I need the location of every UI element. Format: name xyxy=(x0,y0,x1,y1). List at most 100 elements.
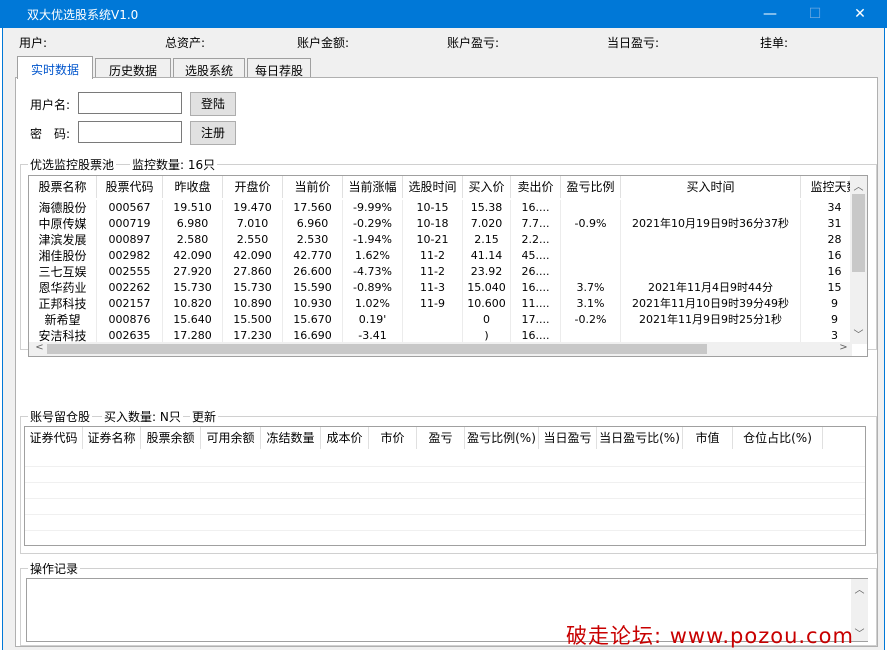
holdings-group-title: 账号留仓股 xyxy=(28,408,93,425)
log-scroll-up-icon[interactable]: ︿ xyxy=(851,581,868,596)
monitor-header-cell[interactable]: 当前价 xyxy=(283,176,343,198)
register-button[interactable]: 注册 xyxy=(190,121,236,145)
table-cell xyxy=(561,248,621,264)
window-title: 双大优选股系统V1.0 xyxy=(27,8,139,22)
holdings-header-cell[interactable]: 证券名称 xyxy=(83,427,141,449)
holdings-header-cell[interactable]: 盈亏 xyxy=(417,427,465,449)
table-cell: 三七互娱 xyxy=(29,264,97,280)
table-cell: 7.7... xyxy=(511,216,561,232)
table-cell: 41.14 xyxy=(463,248,511,264)
table-cell: 2021年11月10日9时39分49秒 xyxy=(621,296,801,312)
tab-stock-picker[interactable]: 选股系统 xyxy=(173,58,245,78)
monitor-header-cell[interactable]: 昨收盘 xyxy=(163,176,223,198)
table-cell: 2021年10月19日9时36分37秒 xyxy=(621,216,801,232)
monitor-horizontal-scroll-thumb[interactable] xyxy=(47,344,707,354)
table-cell: 2.530 xyxy=(283,232,343,248)
today-pl-label: 当日盈亏: xyxy=(607,36,660,50)
table-cell: 恩华药业 xyxy=(29,280,97,296)
monitor-horizontal-scrollbar[interactable]: < > xyxy=(29,342,852,356)
table-cell: 3.1% xyxy=(561,296,621,312)
table-cell: 0.19' xyxy=(343,312,403,328)
table-cell: 26.600 xyxy=(283,264,343,280)
table-cell: 中原传媒 xyxy=(29,216,97,232)
table-cell: 15.040 xyxy=(463,280,511,296)
table-cell: 16.... xyxy=(511,200,561,216)
table-cell: -0.29% xyxy=(343,216,403,232)
monitor-header-cell[interactable]: 盈亏比例 xyxy=(561,176,621,198)
holdings-header-cell[interactable]: 股票余额 xyxy=(141,427,201,449)
table-cell: 15.730 xyxy=(163,280,223,296)
table-cell: 42.090 xyxy=(223,248,283,264)
table-cell: 正邦科技 xyxy=(29,296,97,312)
monitor-header-cell[interactable]: 卖出价 xyxy=(511,176,561,198)
tab-daily-picks[interactable]: 每日荐股 xyxy=(247,58,311,78)
table-cell xyxy=(561,232,621,248)
table-cell: 27.920 xyxy=(163,264,223,280)
main-window: 用户: 总资产: 账户金额: 账户盈亏: 当日盈亏: 挂单: 实时数据 历史数据… xyxy=(2,28,885,650)
scroll-up-icon[interactable]: ︿ xyxy=(850,178,867,193)
monitor-count: 监控数量: 16只 xyxy=(130,156,218,173)
username-input[interactable] xyxy=(78,92,182,114)
holdings-header-cell[interactable]: 当日盈亏 xyxy=(539,427,597,449)
monitor-vertical-scroll-thumb[interactable] xyxy=(852,194,865,272)
table-cell: -0.2% xyxy=(561,312,621,328)
table-cell: 海德股份 xyxy=(29,200,97,216)
monitor-header-cell[interactable]: 买入价 xyxy=(463,176,511,198)
log-group-title: 操作记录 xyxy=(28,560,81,577)
table-cell xyxy=(403,312,463,328)
table-cell: 2.15 xyxy=(463,232,511,248)
table-row xyxy=(25,451,865,467)
table-row xyxy=(25,499,865,515)
monitor-header-cell[interactable]: 股票代码 xyxy=(97,176,163,198)
monitor-header-cell[interactable]: 当前涨幅 xyxy=(343,176,403,198)
table-cell: 17.560 xyxy=(283,200,343,216)
monitor-header-cell[interactable]: 买入时间 xyxy=(621,176,801,198)
scroll-down-icon[interactable]: ﹀ xyxy=(850,326,867,341)
holdings-refresh-link[interactable]: 更新 xyxy=(190,408,219,425)
table-cell: 42.090 xyxy=(163,248,223,264)
maximize-icon[interactable]: ☐ xyxy=(805,4,825,24)
holdings-header-cell[interactable]: 市值 xyxy=(683,427,733,449)
table-cell: 19.510 xyxy=(163,200,223,216)
monitor-header-cell[interactable]: 开盘价 xyxy=(223,176,283,198)
close-icon[interactable]: ✕ xyxy=(850,4,870,24)
table-cell: 7.020 xyxy=(463,216,511,232)
table-cell: 10-18 xyxy=(403,216,463,232)
table-cell: 11-2 xyxy=(403,264,463,280)
table-cell: 2021年11月9日9时25分1秒 xyxy=(621,312,801,328)
table-cell: 15.590 xyxy=(283,280,343,296)
tab-realtime-data[interactable]: 实时数据 xyxy=(17,56,93,79)
account-info-bar: 用户: 总资产: 账户金额: 账户盈亏: 当日盈亏: 挂单: xyxy=(13,32,886,50)
holdings-header-cell[interactable]: 可用余额 xyxy=(201,427,261,449)
login-button[interactable]: 登陆 xyxy=(190,92,236,116)
holdings-table[interactable]: 证券代码 证券名称 股票余额 可用余额 冻结数量 成本价 市价 盈亏 盈亏比例(%) 当日盈亏 当日… xyxy=(24,426,866,546)
title-bar[interactable]: 双大优选股系统V1.0 — ☐ ✕ xyxy=(0,0,887,28)
forum-watermark: 破走论坛: www.pozou.com xyxy=(566,624,854,648)
tab-history-data[interactable]: 历史数据 xyxy=(95,58,171,78)
monitor-header-cell[interactable]: 股票名称 xyxy=(29,176,97,198)
password-input[interactable] xyxy=(78,121,182,143)
holdings-header-cell[interactable]: 成本价 xyxy=(321,427,369,449)
scroll-right-icon[interactable]: > xyxy=(835,342,852,353)
holdings-header-cell[interactable]: 盈亏比例(%) xyxy=(465,427,539,449)
realtime-panel: 用户名: 登陆 密 码: 注册 优选监控股票池 监控数量: 16只 股票名称 股票… xyxy=(15,77,878,647)
holdings-header-cell[interactable]: 市价 xyxy=(369,427,417,449)
holdings-header-cell[interactable]: 冻结数量 xyxy=(261,427,321,449)
table-cell: 002262 xyxy=(97,280,163,296)
table-cell: 27.860 xyxy=(223,264,283,280)
monitor-table[interactable]: 股票名称 股票代码 昨收盘 开盘价 当前价 当前涨幅 选股时间 买入价 卖出价 盈亏比例 买入时间监… xyxy=(28,175,868,357)
table-cell: -1.94% xyxy=(343,232,403,248)
total-assets-label: 总资产: xyxy=(165,36,206,50)
holdings-header-cell[interactable]: 当日盈亏比(%) xyxy=(597,427,683,449)
table-row xyxy=(25,467,865,483)
minimize-icon[interactable]: — xyxy=(760,4,780,24)
monitor-vertical-scrollbar[interactable]: ︿ ﹀ xyxy=(850,176,867,344)
table-cell: 10.600 xyxy=(463,296,511,312)
table-cell: 000567 xyxy=(97,200,163,216)
scroll-left-icon[interactable]: < xyxy=(31,342,48,353)
holdings-header-cell[interactable]: 证券代码 xyxy=(25,427,83,449)
table-cell xyxy=(561,264,621,280)
table-cell: 15.730 xyxy=(223,280,283,296)
holdings-header-cell[interactable]: 仓位占比(%) xyxy=(733,427,823,449)
monitor-header-cell[interactable]: 选股时间 xyxy=(403,176,463,198)
